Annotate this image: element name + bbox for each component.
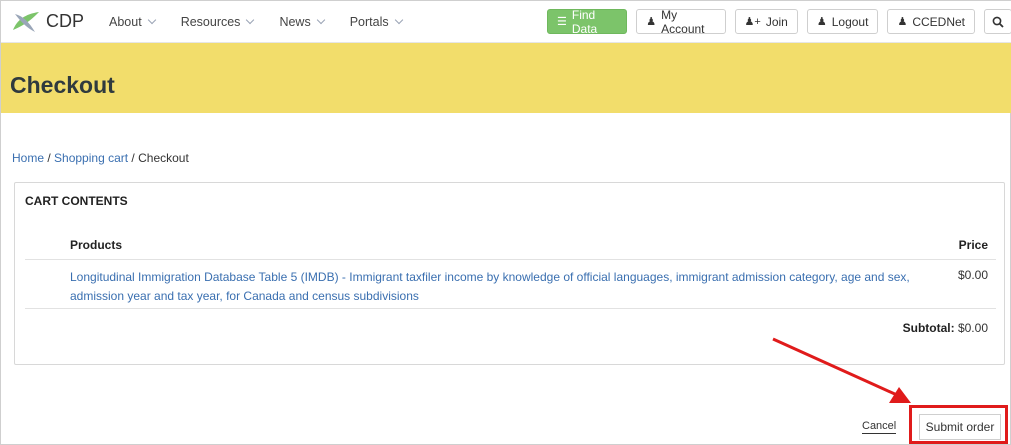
red-arrow-annotation — [772, 337, 911, 403]
breadcrumb-home-link[interactable]: Home — [12, 151, 44, 165]
my-account-button[interactable]: ♟ My Account — [636, 7, 726, 36]
price-column-header: Price — [958, 238, 988, 252]
menu-portals[interactable]: Portals — [349, 14, 403, 29]
ccednet-label: CCEDNet — [912, 14, 965, 29]
menu-news-label: News — [279, 14, 311, 29]
menu-news[interactable]: News — [279, 14, 325, 29]
chevron-down-icon — [316, 15, 325, 24]
breadcrumb-separator: / — [128, 151, 139, 165]
user-icon: ♟ — [897, 16, 908, 28]
main-menu: About Resources News Portals — [109, 15, 428, 29]
database-icon: ☰ — [557, 16, 567, 28]
breadcrumb: Home / Shopping cart / Checkout — [12, 151, 189, 165]
breadcrumb-cart-link[interactable]: Shopping cart — [54, 151, 128, 165]
logo-text: CDP — [46, 11, 85, 31]
top-navigation: CDP About Resources News Portals ☰ Find D… — [1, 1, 1011, 43]
chevron-down-icon — [394, 15, 403, 24]
breadcrumb-separator: / — [44, 151, 55, 165]
menu-resources[interactable]: Resources — [180, 14, 255, 29]
chevron-down-icon — [147, 15, 156, 24]
my-account-label: My Account — [661, 7, 705, 36]
user-plus-icon: ♟+ — [744, 16, 761, 28]
logout-button[interactable]: ♟ Logout — [806, 9, 879, 34]
site-logo[interactable]: CDP — [11, 10, 84, 34]
menu-resources-label: Resources — [180, 14, 241, 29]
menu-portals-label: Portals — [349, 14, 389, 29]
chevron-down-icon — [246, 15, 255, 24]
join-button[interactable]: ♟+ Join — [734, 9, 798, 34]
cart-title: CART CONTENTS — [25, 194, 128, 208]
logout-label: Logout — [831, 14, 869, 29]
user-icon: ♟ — [646, 16, 657, 28]
search-button[interactable] — [984, 9, 1011, 34]
leaf-logo-icon — [13, 11, 39, 32]
page-title: Checkout — [10, 72, 115, 98]
submit-order-button[interactable]: Submit order — [919, 414, 1001, 440]
header-divider — [25, 259, 996, 260]
row-divider — [25, 308, 996, 309]
page-banner: Checkout — [1, 43, 1011, 113]
product-price: $0.00 — [957, 268, 988, 282]
find-data-button[interactable]: ☰ Find Data — [547, 7, 628, 36]
cancel-link[interactable]: Cancel — [862, 420, 897, 434]
find-data-label: Find Data — [571, 7, 598, 36]
user-icon: ♟ — [816, 16, 827, 28]
products-column-header: Products — [70, 238, 123, 252]
search-icon — [992, 16, 1004, 28]
product-link[interactable]: Longitudinal Immigration Database Table … — [70, 268, 920, 306]
menu-about[interactable]: About — [109, 14, 156, 29]
join-label: Join — [765, 14, 788, 29]
subtotal-value: $0.00 — [954, 321, 988, 335]
header-actions: ☰ Find Data ♟ My Account ♟+ Join ♟ Logout ♟ C… — [547, 7, 1011, 36]
menu-about-label: About — [109, 14, 142, 29]
ccednet-button[interactable]: ♟ CCEDNet — [887, 9, 975, 34]
breadcrumb-current: Checkout — [138, 151, 189, 165]
